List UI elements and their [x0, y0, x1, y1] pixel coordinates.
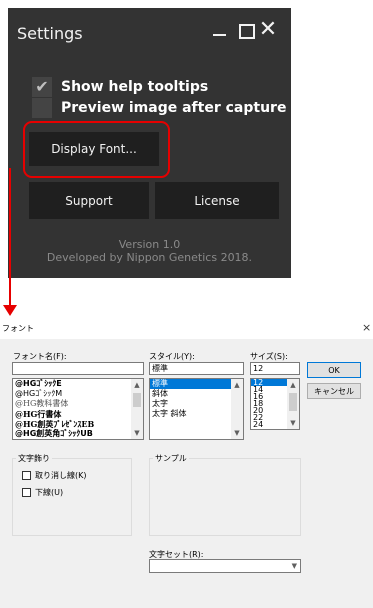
show-help-tooltips-label: Show help tooltips [61, 79, 209, 95]
developer-text: Developed by Nippon Genetics 2018. [46, 251, 253, 264]
font-list-item[interactable]: @HG創英角ｺﾞｼｯｸUB [13, 429, 143, 439]
style-list[interactable]: 標準 斜体 太字 太字 斜体 ▲ ▼ [149, 378, 244, 440]
style-label: スタイル(Y): [149, 352, 195, 361]
scroll-thumb[interactable] [289, 393, 297, 411]
minimize-button[interactable] [208, 18, 232, 42]
underline-label: 下線(U) [35, 488, 64, 497]
chevron-down-icon: ▼ [291, 562, 297, 570]
font-dialog-title: フォント [2, 324, 34, 333]
strikeout-checkbox[interactable]: 取り消し線(K) [22, 470, 87, 481]
red-arrow-line [9, 168, 11, 306]
sample-group-title: サンプル [153, 453, 189, 464]
size-label: サイズ(S): [250, 352, 288, 361]
font-name-input[interactable] [12, 362, 144, 375]
font-list-item[interactable]: @HG教科書体 [13, 399, 143, 409]
style-list-item[interactable]: 標準 [150, 379, 243, 389]
close-button[interactable]: ✕ [256, 18, 280, 42]
font-list-scrollbar[interactable]: ▲ ▼ [131, 379, 143, 439]
scroll-down-icon[interactable]: ▼ [231, 427, 243, 439]
style-list-scrollbar[interactable]: ▲ ▼ [231, 379, 243, 439]
scroll-down-icon[interactable]: ▼ [287, 417, 299, 429]
scroll-thumb[interactable] [133, 393, 141, 407]
font-dialog-title-bar: フォント × [0, 319, 373, 339]
style-list-item[interactable]: 斜体 [150, 389, 243, 399]
scroll-up-icon[interactable]: ▲ [287, 379, 299, 391]
license-button[interactable]: License [155, 182, 279, 219]
scroll-up-icon[interactable]: ▲ [131, 379, 143, 391]
size-input[interactable]: 12 [250, 362, 300, 375]
version-text: Version 1.0 [118, 238, 181, 251]
checkbox-icon [22, 471, 31, 480]
underline-checkbox[interactable]: 下線(U) [22, 487, 63, 498]
size-list[interactable]: 12 14 16 18 20 22 24 ▲ ▼ [250, 378, 300, 430]
preview-image-checkbox[interactable]: Preview image after capture [32, 98, 286, 118]
maximize-button[interactable] [233, 18, 257, 42]
font-dialog: フォント × フォント名(F): @HGｺﾞｼｯｸE @HGｺﾞｼｯｸM @HG… [0, 319, 373, 608]
unchecked-box-icon [32, 98, 52, 118]
charset-select[interactable]: ▼ [149, 559, 301, 573]
effects-group-title: 文字飾り [16, 453, 52, 464]
font-name-label: フォント名(F): [13, 352, 67, 361]
font-name-list[interactable]: @HGｺﾞｼｯｸE @HGｺﾞｼｯｸM @HG教科書体 @HG行書体 @HG創英… [12, 378, 144, 440]
preview-image-label: Preview image after capture [61, 100, 287, 116]
font-dialog-close-icon[interactable]: × [362, 321, 371, 334]
ok-button[interactable]: OK [307, 362, 361, 378]
show-help-tooltips-checkbox[interactable]: ✔ Show help tooltips [32, 77, 208, 97]
display-font-button[interactable]: Display Font... [29, 132, 159, 166]
red-arrow-head-icon [3, 305, 17, 316]
font-list-item[interactable]: @HGｺﾞｼｯｸE [13, 379, 143, 389]
style-list-item[interactable]: 太字 [150, 399, 243, 409]
support-button[interactable]: Support [29, 182, 149, 219]
scroll-up-icon[interactable]: ▲ [231, 379, 243, 391]
cancel-button[interactable]: キャンセル [307, 383, 361, 399]
settings-window: Settings ✕ ✔ Show help tooltips Preview … [8, 8, 291, 278]
strikeout-label: 取り消し線(K) [35, 471, 87, 480]
style-input[interactable]: 標準 [149, 362, 244, 375]
scroll-down-icon[interactable]: ▼ [131, 427, 143, 439]
sample-group [149, 458, 301, 536]
font-list-item[interactable]: @HG創英ﾌﾟﾚｾﾞﾝｽEB [13, 419, 143, 429]
settings-title: Settings [17, 24, 83, 43]
font-list-item[interactable]: @HGｺﾞｼｯｸM [13, 389, 143, 399]
style-list-item[interactable]: 太字 斜体 [150, 409, 243, 419]
size-list-scrollbar[interactable]: ▲ ▼ [287, 379, 299, 429]
font-list-item[interactable]: @HG行書体 [13, 409, 143, 419]
checkmark-icon: ✔ [32, 77, 52, 97]
checkbox-icon [22, 488, 31, 497]
